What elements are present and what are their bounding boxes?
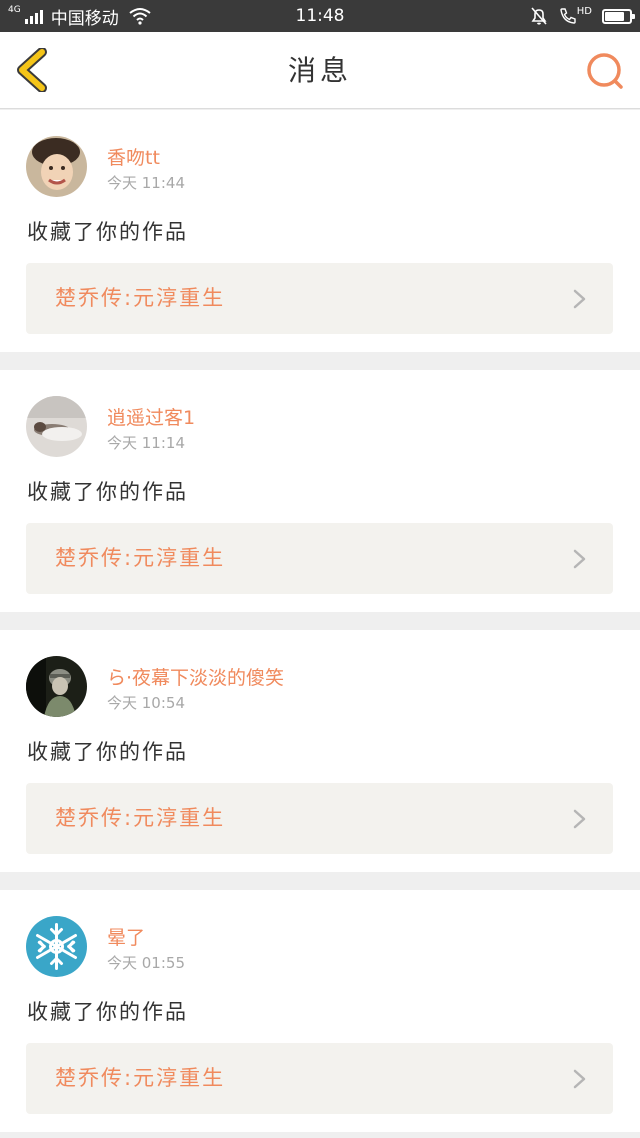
nav-bar: 消息 [0,32,640,109]
message-list: 香吻tt 今天 11:44 收藏了你的作品 楚乔传:元淳重生 逍遥过客1 今天 … [0,110,640,1138]
action-text: 收藏了你的作品 [27,1000,188,1024]
username[interactable]: 晕了 [107,923,145,950]
battery-level [605,11,624,21]
phone-icon [560,8,576,24]
mute-bell-icon [531,7,547,25]
username[interactable]: 香吻tt [107,143,160,170]
action-text: 收藏了你的作品 [27,740,188,764]
avatar[interactable] [26,136,87,197]
page-title: 消息 [287,54,352,87]
battery-icon [602,8,635,24]
work-link[interactable]: 楚乔传:元淳重生 [26,783,613,854]
action-text: 收藏了你的作品 [27,220,188,244]
message-card: 晕了 今天 01:55 收藏了你的作品 楚乔传:元淳重生 [0,890,640,1132]
work-link[interactable]: 楚乔传:元淳重生 [26,523,613,594]
work-link[interactable]: 楚乔传:元淳重生 [26,263,613,334]
messages-screen: 4G 中国移动 11:48 HD 消息 香吻tt 今天 11:44 收藏了你的作… [0,0,640,1138]
message-card: ら·夜幕下淡淡的傻笑 今天 10:54 收藏了你的作品 楚乔传:元淳重生 [0,630,640,872]
username[interactable]: 逍遥过客1 [107,403,195,430]
work-title: 楚乔传:元淳重生 [55,806,226,830]
chevron-right-icon [573,289,586,309]
username[interactable]: ら·夜幕下淡淡的傻笑 [107,663,284,690]
hd-label: HD [576,5,592,17]
chevron-right-icon [573,809,586,829]
search-icon[interactable] [584,50,626,92]
action-text: 收藏了你的作品 [27,480,188,504]
message-card: 逍遥过客1 今天 11:14 收藏了你的作品 楚乔传:元淳重生 [0,370,640,612]
work-title: 楚乔传:元淳重生 [55,546,226,570]
message-time: 今天 11:14 [107,434,185,452]
message-time: 今天 11:44 [107,174,185,192]
avatar[interactable] [26,396,87,457]
status-bar: 4G 中国移动 11:48 HD [0,0,640,32]
message-time: 今天 01:55 [107,954,185,972]
avatar[interactable] [26,916,87,977]
avatar[interactable] [26,656,87,717]
message-time: 今天 10:54 [107,694,185,712]
work-link[interactable]: 楚乔传:元淳重生 [26,1043,613,1114]
chevron-right-icon [573,1069,586,1089]
hd-call-indicator: HD [559,5,592,25]
work-title: 楚乔传:元淳重生 [55,286,226,310]
message-card: 香吻tt 今天 11:44 收藏了你的作品 楚乔传:元淳重生 [0,110,640,352]
status-right: HD [529,0,635,32]
chevron-right-icon [573,549,586,569]
work-title: 楚乔传:元淳重生 [55,1066,226,1090]
